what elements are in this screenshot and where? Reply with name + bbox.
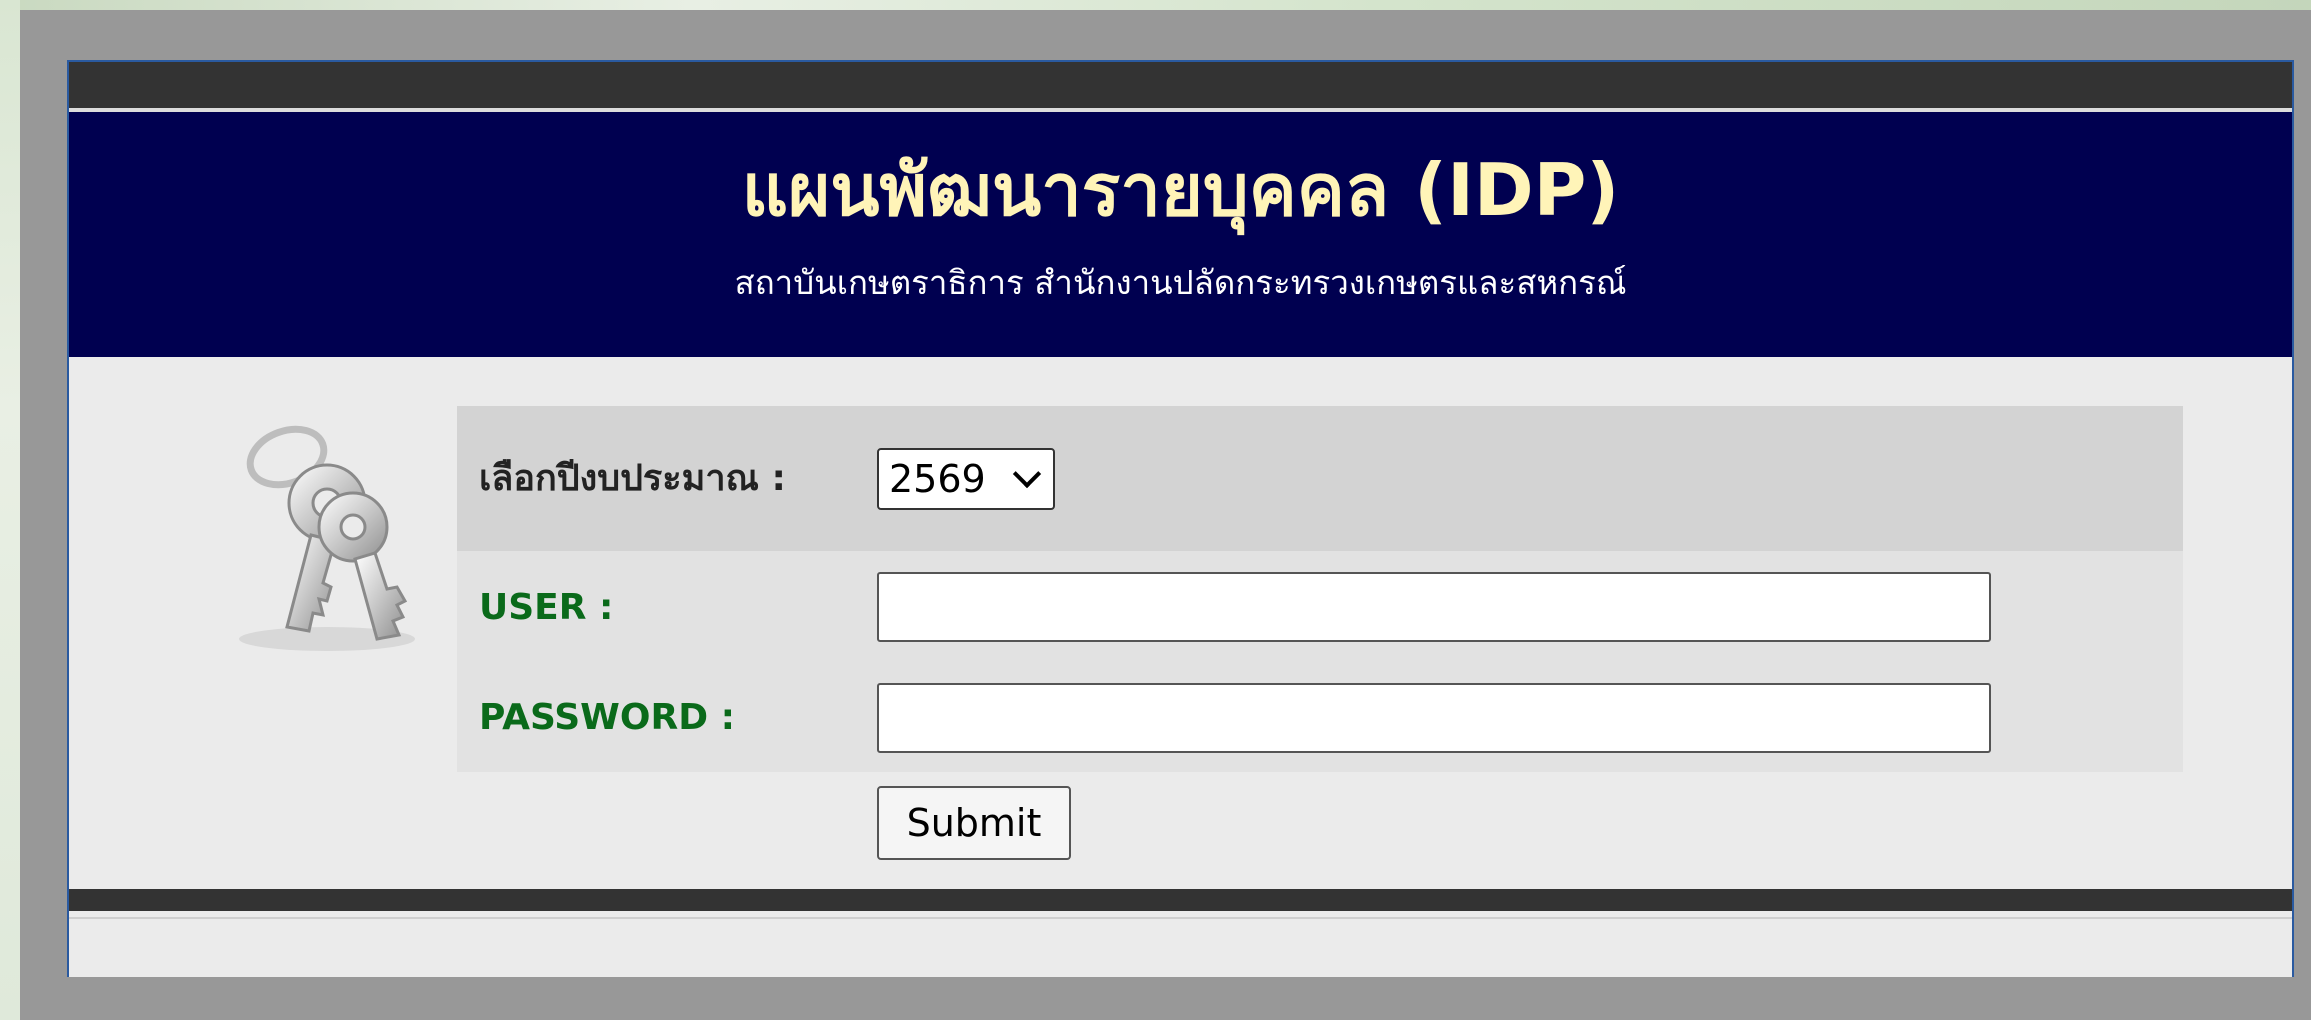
password-label: PASSWORD : [479,697,736,738]
login-panel: แผนพัฒนารายบุคคล (IDP) สถาบันเกษตราธิการ… [67,60,2294,977]
page-subtitle: สถาบันเกษตราธิการ สำนักงานปลัดกระทรวงเกษ… [734,263,1627,302]
page-title: แผนพัฒนารายบุคคล (IDP) [741,148,1620,232]
chevron-down-icon [1012,459,1042,488]
submit-button[interactable]: Submit [877,786,1071,860]
user-row: USER : [457,551,2183,663]
password-input[interactable] [877,682,1991,753]
password-row: PASSWORD : [457,663,2183,772]
year-select[interactable]: 2569 [877,447,1055,510]
login-form: เลือกปีงบประมาณ : 2569 USER : PASSWORD :… [457,406,2183,892]
page: แผนพัฒนารายบุคคล (IDP) สถาบันเกษตราธิการ… [0,0,2311,1020]
year-row: เลือกปีงบประมาณ : 2569 [457,406,2183,551]
background-strip-top [0,0,2311,10]
login-body: เลือกปีงบประมาณ : 2569 USER : PASSWORD :… [69,357,2292,911]
top-bar [69,62,2292,112]
keys-icon [227,417,427,657]
header-banner: แผนพัฒนารายบุคคล (IDP) สถาบันเกษตราธิการ… [69,112,2292,357]
footer [69,917,2292,977]
year-select-value: 2569 [889,456,986,501]
bottom-bar [69,889,2292,911]
user-label: USER : [479,586,614,628]
user-input[interactable] [877,572,1991,642]
submit-row: Submit [457,772,2183,892]
background-strip-left [0,0,20,1020]
year-label: เลือกปีงบประมาณ : [479,458,786,499]
